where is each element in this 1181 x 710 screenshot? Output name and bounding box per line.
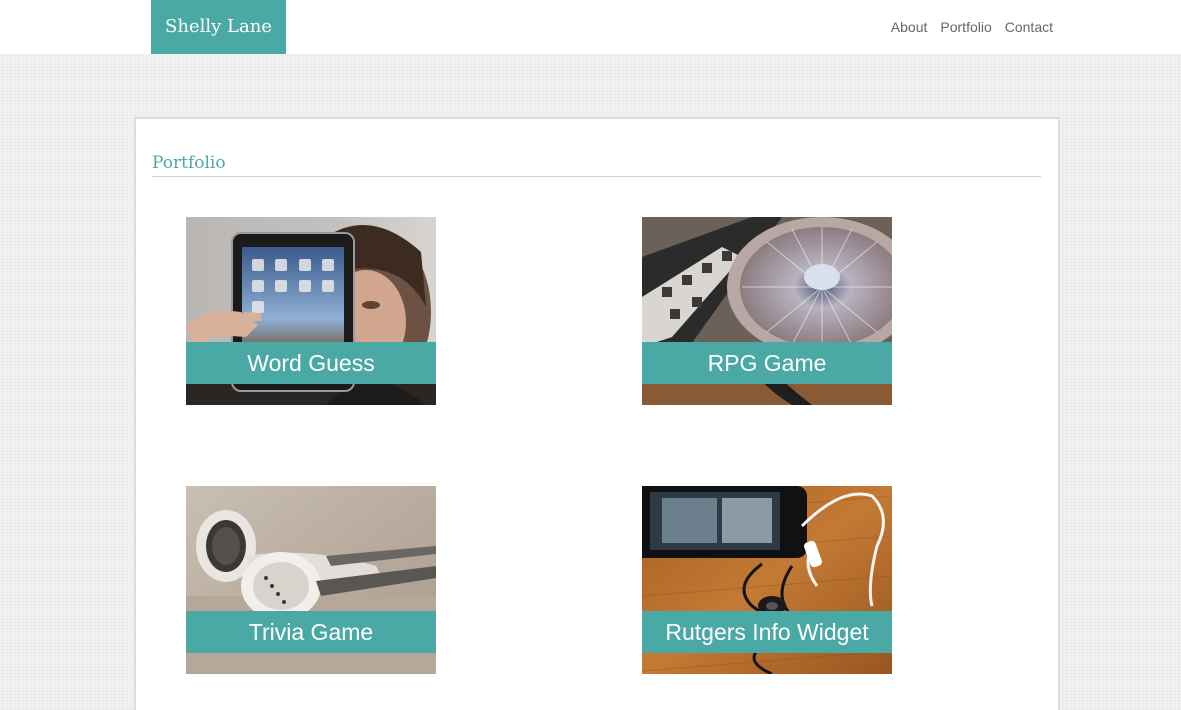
portfolio-card-trivia-game[interactable]: Trivia Game	[186, 486, 436, 674]
section-title: Portfolio	[152, 153, 226, 173]
portfolio-panel: Portfolio Word Guess RPG Game Trivia Gam…	[134, 117, 1060, 710]
portfolio-card-word-guess[interactable]: Word Guess	[186, 217, 436, 405]
project-title-word-guess: Word Guess	[186, 342, 436, 384]
project-title-rutgers-info-widget: Rutgers Info Widget	[642, 611, 892, 653]
top-navbar: Shelly Lane About Portfolio Contact	[0, 0, 1181, 54]
portfolio-card-rutgers-info-widget[interactable]: Rutgers Info Widget	[642, 486, 892, 674]
section-divider	[152, 176, 1041, 177]
brand-logo-link[interactable]: Shelly Lane	[151, 0, 286, 54]
portfolio-card-rpg-game[interactable]: RPG Game	[642, 217, 892, 405]
project-title-trivia-game: Trivia Game	[186, 611, 436, 653]
main-nav: About Portfolio Contact	[891, 19, 1053, 35]
nav-link-about[interactable]: About	[891, 19, 928, 35]
project-title-rpg-game: RPG Game	[642, 342, 892, 384]
nav-link-portfolio[interactable]: Portfolio	[940, 19, 991, 35]
nav-link-contact[interactable]: Contact	[1005, 19, 1053, 35]
